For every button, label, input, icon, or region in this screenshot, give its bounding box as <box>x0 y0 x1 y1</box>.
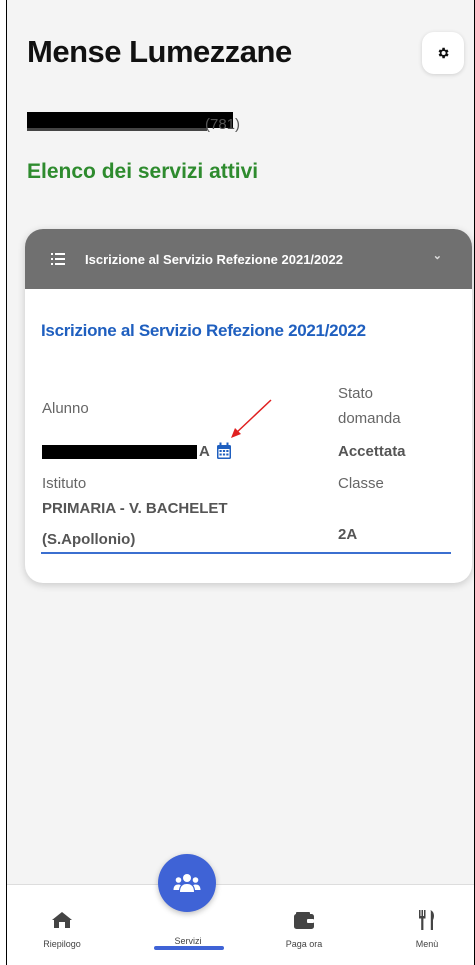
active-tab-indicator <box>154 946 224 950</box>
service-card-header[interactable]: Iscrizione al Servizio Refezione 2021/20… <box>25 229 472 289</box>
istituto-value-2: (S.Apollonio) <box>42 531 136 548</box>
redaction-bar <box>27 112 233 128</box>
card-divider <box>41 552 451 554</box>
annotation-arrow-icon <box>231 399 272 438</box>
alunno-name-suffix: A <box>199 443 210 460</box>
utensils-icon <box>419 910 434 930</box>
chevron-down-icon[interactable]: ⌄ <box>433 249 442 262</box>
service-card-header-label: Iscrizione al Servizio Refezione 2021/20… <box>85 251 343 267</box>
settings-button[interactable] <box>422 32 464 74</box>
wallet-icon <box>294 911 314 929</box>
nav-item-paga-ora[interactable]: Paga ora <box>259 885 349 949</box>
stato-label-2: domanda <box>338 410 401 427</box>
user-code: (781) <box>205 116 241 133</box>
section-title: Elenco dei servizi attivi <box>27 160 259 183</box>
stato-value: Accettata <box>338 443 406 460</box>
classe-label: Classe <box>338 475 384 492</box>
bottom-nav: Riepilogo Servizi Paga ora Menù <box>7 884 474 965</box>
alunno-label: Alunno <box>42 400 89 417</box>
page-title: Mense Lumezzane <box>27 34 292 69</box>
servizi-fab-button[interactable] <box>158 854 216 912</box>
calendar-icon[interactable] <box>216 442 232 460</box>
nav-label: Riepilogo <box>43 939 81 949</box>
nav-label: Paga ora <box>285 939 323 949</box>
app-screen: Mense Lumezzane (781) Elenco dei servizi… <box>6 0 475 965</box>
istituto-value: PRIMARIA - V. BACHELET <box>42 500 228 517</box>
nav-item-riepilogo[interactable]: Riepilogo <box>17 885 107 949</box>
nav-label: Servizi <box>174 936 202 946</box>
stato-label: Stato <box>338 385 374 402</box>
redaction-bar <box>42 445 197 459</box>
home-icon <box>52 912 72 928</box>
list-icon <box>51 253 65 265</box>
nav-item-menu[interactable]: Menù <box>382 885 472 949</box>
users-icon <box>173 874 201 892</box>
istituto-label: Istituto <box>42 475 87 492</box>
classe-value: 2A <box>338 526 358 543</box>
gear-icon <box>438 47 449 59</box>
service-title: Iscrizione al Servizio Refezione 2021/20… <box>41 321 366 340</box>
nav-label: Menù <box>415 939 439 949</box>
